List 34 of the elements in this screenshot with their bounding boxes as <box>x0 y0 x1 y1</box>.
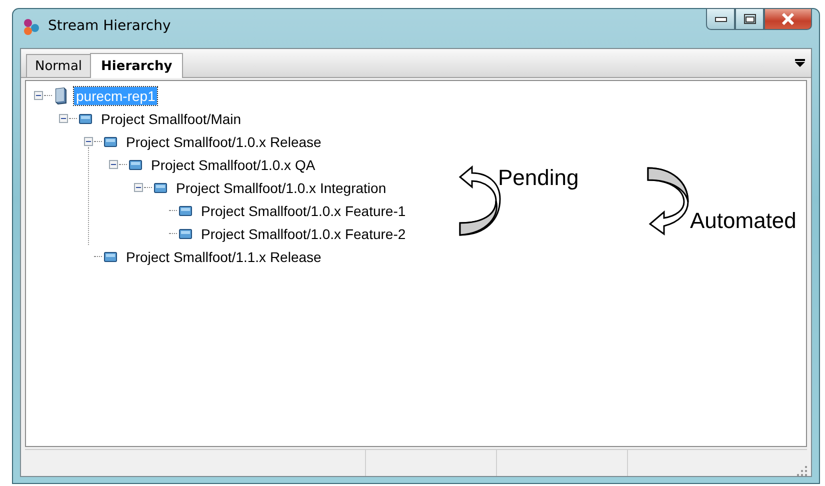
collapse-toggle[interactable] <box>109 160 118 169</box>
tree-item[interactable]: Project Smallfoot/1.1.x Release <box>124 248 324 266</box>
collapse-toggle[interactable] <box>134 183 143 192</box>
tree-item[interactable]: Project Smallfoot/1.0.x Release <box>124 132 324 150</box>
collapse-toggle[interactable] <box>34 91 43 100</box>
annotation-label: Automated <box>690 208 796 234</box>
stream-icon <box>103 249 118 264</box>
minimize-icon <box>714 16 726 22</box>
stream-icon <box>103 134 118 149</box>
tree-item[interactable]: Project Smallfoot/1.0.x Feature-1 <box>199 202 408 220</box>
close-button[interactable] <box>764 8 812 30</box>
collapse-toggle[interactable] <box>59 114 68 123</box>
maximize-button[interactable] <box>735 8 764 30</box>
minimize-button[interactable] <box>706 8 735 30</box>
maximize-icon <box>744 14 756 24</box>
stream-icon <box>178 226 193 241</box>
tab[interactable]: Hierarchy <box>90 53 184 78</box>
stream-icon <box>128 157 143 172</box>
annotation-label: Pending <box>498 165 579 191</box>
stream-icon <box>178 203 193 218</box>
tree-item[interactable]: Project Smallfoot/1.0.x Integration <box>174 178 388 196</box>
resize-grip-icon[interactable] <box>797 466 807 476</box>
stream-icon <box>78 111 93 126</box>
server-icon <box>53 86 68 104</box>
app-logo-icon <box>22 18 40 36</box>
close-icon <box>781 13 795 25</box>
dropdown-icon[interactable] <box>795 59 805 67</box>
collapse-toggle[interactable] <box>84 137 93 146</box>
tree-item[interactable]: Project Smallfoot/Main <box>99 110 244 128</box>
stream-icon <box>153 180 168 195</box>
tab[interactable]: Normal <box>26 54 92 77</box>
tree-item[interactable]: Project Smallfoot/1.0.x Feature-2 <box>199 224 408 242</box>
window-title: Stream Hierarchy <box>48 17 171 34</box>
tree-item[interactable]: Project Smallfoot/1.0.x QA <box>149 156 318 174</box>
